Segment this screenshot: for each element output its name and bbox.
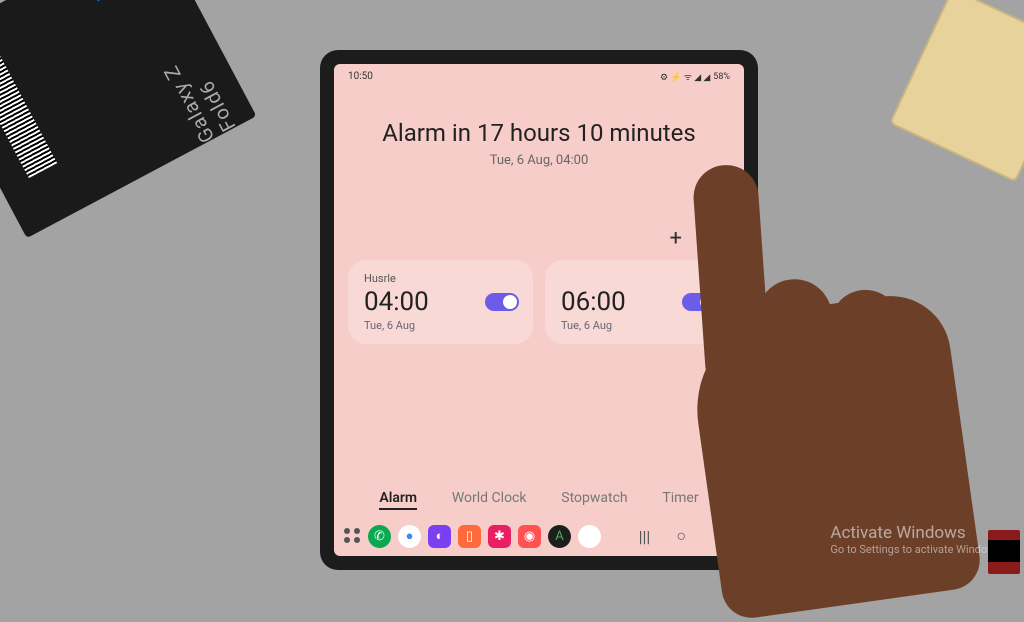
- dock-app-gallery-icon[interactable]: ◉: [518, 525, 541, 548]
- alarm-header-subtitle: Tue, 6 Aug, 04:00: [334, 153, 744, 168]
- wooden-block: [889, 0, 1024, 183]
- tab-stopwatch[interactable]: Stopwatch: [561, 490, 627, 510]
- alarm-label: Husrle: [364, 272, 517, 285]
- header-actions: + ⋮: [334, 168, 744, 260]
- channel-logo: [988, 530, 1020, 574]
- statusbar-icons: ⚙ ⚡ ᯤ ◢ ◢: [660, 70, 710, 83]
- dock-bar: ✆ ● ◐ ▯ ✱ ◉ A ▶ ||| ○ 〈: [334, 518, 744, 556]
- watermark-title: Activate Windows: [830, 523, 1004, 543]
- nav-recent-icon[interactable]: |||: [639, 527, 651, 546]
- product-badge: [42, 0, 130, 18]
- statusbar-right: ⚙ ⚡ ᯤ ◢ ◢ 58%: [660, 70, 730, 83]
- dock-app-phone-icon[interactable]: ✆: [368, 525, 391, 548]
- status-bar: 10:50 ⚙ ⚡ ᯤ ◢ ◢ 58%: [334, 64, 744, 89]
- app-drawer-icon[interactable]: [344, 528, 361, 545]
- alarm-header: Alarm in 17 hours 10 minutes Tue, 6 Aug,…: [334, 119, 744, 168]
- add-alarm-button[interactable]: +: [670, 228, 682, 250]
- dock-app-messages-icon[interactable]: ●: [398, 525, 421, 548]
- watermark-subtitle: Go to Settings to activate Windows.: [830, 543, 1004, 556]
- phone-screen: 10:50 ⚙ ⚡ ᯤ ◢ ◢ 58% Alarm in 17 hours 10…: [334, 64, 744, 556]
- nav-back-icon[interactable]: 〈: [712, 524, 728, 548]
- dock-app-icon[interactable]: A: [548, 525, 571, 548]
- dock-app-samsung-icon[interactable]: ◐: [428, 525, 451, 548]
- alarm-card[interactable]: 06:00 Tue, 6 Aug: [545, 260, 730, 344]
- more-options-button[interactable]: ⋮: [700, 228, 722, 250]
- product-box: Galaxy Z Fold6: [0, 0, 256, 238]
- alarm-label: [561, 272, 714, 285]
- alarm-toggle[interactable]: [485, 293, 519, 311]
- dock-app-play-store-icon[interactable]: ▶: [578, 525, 601, 548]
- nav-home-icon[interactable]: ○: [676, 526, 686, 546]
- tab-alarm[interactable]: Alarm: [379, 490, 417, 510]
- alarm-date: Tue, 6 Aug: [561, 319, 714, 332]
- statusbar-time: 10:50: [348, 71, 373, 82]
- product-barcode: [0, 31, 57, 178]
- alarm-toggle[interactable]: [682, 293, 716, 311]
- tab-timer[interactable]: Timer: [662, 490, 698, 510]
- dock-app-icon[interactable]: ▯: [458, 525, 481, 548]
- alarm-date: Tue, 6 Aug: [364, 319, 517, 332]
- alarm-list: Husrle 04:00 Tue, 6 Aug 06:00 Tue, 6 Aug: [334, 260, 744, 344]
- dock-app-icon[interactable]: ✱: [488, 525, 511, 548]
- alarm-header-title: Alarm in 17 hours 10 minutes: [334, 119, 744, 147]
- product-box-text: Galaxy Z Fold6: [137, 10, 240, 147]
- windows-watermark: Activate Windows Go to Settings to activ…: [830, 523, 1004, 556]
- alarm-card[interactable]: Husrle 04:00 Tue, 6 Aug: [348, 260, 533, 344]
- phone-device: 10:50 ⚙ ⚡ ᯤ ◢ ◢ 58% Alarm in 17 hours 10…: [320, 50, 758, 570]
- bottom-tabs: Alarm World Clock Stopwatch Timer: [334, 482, 744, 518]
- tab-world-clock[interactable]: World Clock: [452, 490, 527, 510]
- statusbar-battery: 58%: [713, 72, 730, 82]
- navigation-bar: ||| ○ 〈: [639, 524, 734, 548]
